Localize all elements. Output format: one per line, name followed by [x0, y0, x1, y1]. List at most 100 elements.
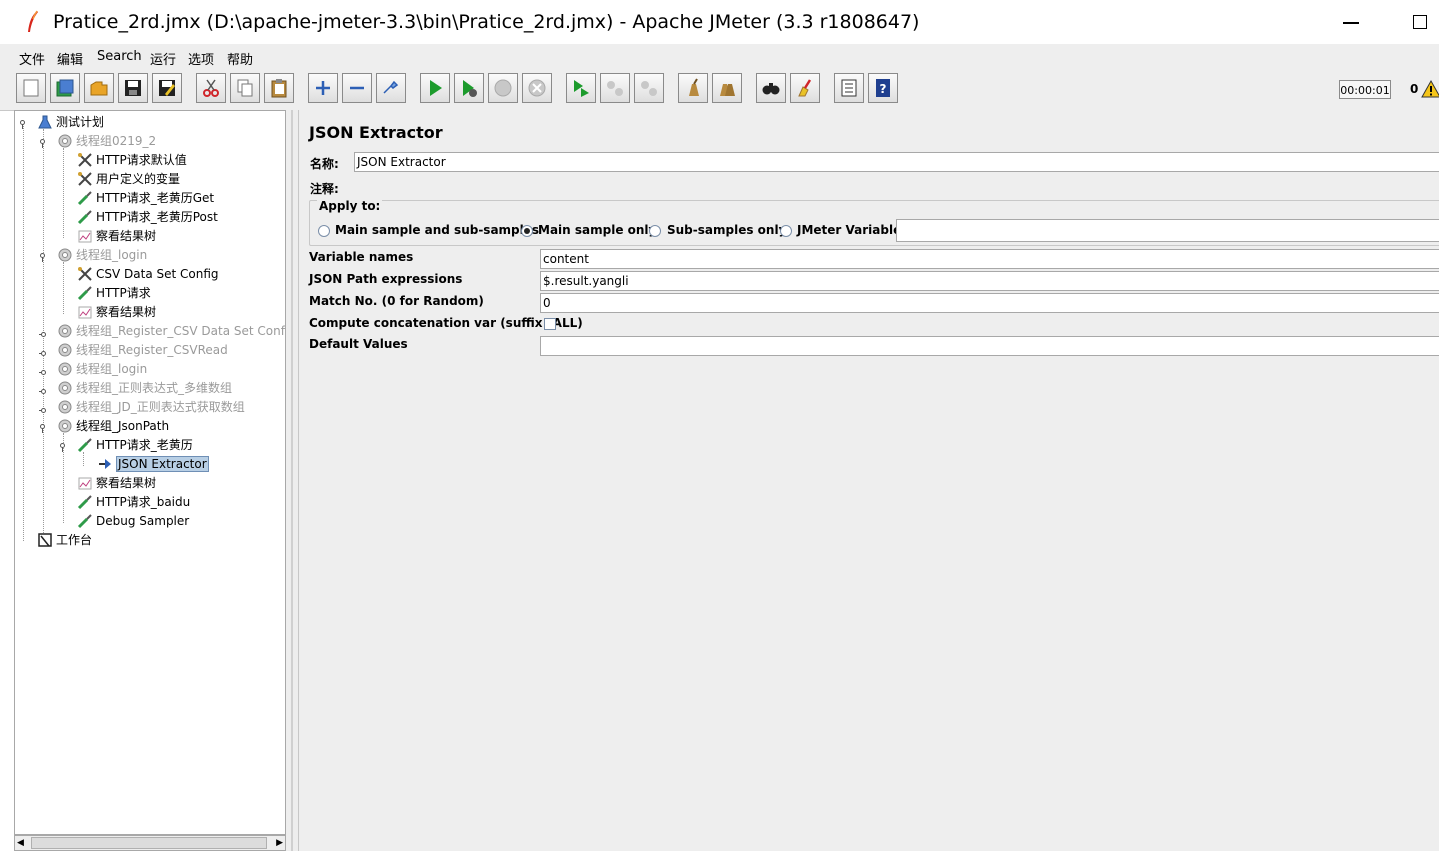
concatenation-checkbox[interactable] [544, 318, 556, 330]
scroll-thumb[interactable] [31, 837, 267, 849]
tree-expanded-handle-icon[interactable] [59, 441, 66, 452]
name-input[interactable]: JSON Extractor [354, 152, 1439, 172]
templates-button[interactable] [50, 73, 80, 103]
expand-all-button[interactable] [308, 73, 338, 103]
save-as-button[interactable] [152, 73, 182, 103]
tree-item[interactable]: HTTP请求_baidu [77, 493, 190, 511]
help-icon: ? [876, 79, 890, 97]
tree-collapsed-handle-icon[interactable] [39, 346, 46, 356]
search-button[interactable] [756, 73, 786, 103]
menu-options[interactable]: 选项 [188, 49, 214, 68]
radio-jmeter-variable[interactable] [780, 225, 792, 237]
tree-item[interactable]: CSV Data Set Config [77, 265, 219, 283]
stop-button[interactable] [488, 73, 518, 103]
collapse-all-button[interactable] [342, 73, 372, 103]
match-no-input[interactable]: 0 [540, 293, 1439, 313]
tree-item[interactable]: 测试计划 [37, 113, 104, 131]
tree-item[interactable]: 线程组_Register_CSVRead [57, 341, 228, 359]
shutdown-button[interactable] [522, 73, 552, 103]
copy-icon [237, 79, 253, 97]
thread-group-icon [57, 399, 73, 415]
tree-item-label: 线程组_JD_正则表达式获取数组 [76, 400, 245, 414]
tree-collapsed-handle-icon[interactable] [39, 327, 46, 337]
help-button[interactable]: ? [868, 73, 898, 103]
scroll-right-arrow[interactable]: ▶ [276, 838, 283, 848]
toggle-button[interactable] [376, 73, 406, 103]
test-plan-tree[interactable]: 测试计划 线程组0219_2 HTTP请求默认值用户定义的变量 HTTP请求_老黄历G… [14, 110, 286, 835]
shutdown-icon [528, 79, 546, 97]
tree-item[interactable]: 线程组_login [57, 246, 147, 264]
split-pane-divider[interactable] [286, 110, 298, 851]
radio-main-and-sub[interactable] [318, 225, 330, 237]
tree-horizontal-scrollbar[interactable]: ◀ ▶ [14, 835, 286, 851]
tree-item[interactable]: 察看结果树 [77, 227, 156, 245]
paste-button[interactable] [264, 73, 294, 103]
reset-search-button[interactable] [790, 73, 820, 103]
tree-collapsed-handle-icon[interactable] [39, 403, 46, 413]
remote-stop-button[interactable] [600, 73, 630, 103]
json-path-input[interactable]: $.result.yangli [540, 271, 1439, 291]
tree-item[interactable]: 察看结果树 [77, 474, 156, 492]
radio-jmeter-variable-label[interactable]: JMeter Variable [797, 223, 901, 237]
tree-expanded-handle-icon[interactable] [19, 118, 26, 129]
cut-button[interactable] [196, 73, 226, 103]
toggle-icon [383, 80, 399, 94]
tree-item[interactable]: HTTP请求 [77, 284, 151, 302]
tree-expanded-handle-icon[interactable] [39, 251, 46, 262]
new-icon [23, 79, 39, 97]
menu-search[interactable]: Search [97, 49, 142, 64]
tree-item[interactable]: 线程组0219_2 [57, 132, 156, 150]
tree-item[interactable]: HTTP请求默认值 [77, 151, 187, 169]
copy-button[interactable] [230, 73, 260, 103]
tree-item[interactable]: 线程组_JD_正则表达式获取数组 [57, 398, 245, 416]
start-no-pauses-button[interactable] [454, 73, 484, 103]
menu-run[interactable]: 运行 [150, 49, 176, 68]
tree-item[interactable]: HTTP请求_老黄历 [77, 436, 193, 454]
tree-item-label: HTTP请求_老黄历 [96, 438, 193, 452]
remote-start-button[interactable] [566, 73, 596, 103]
tree-item[interactable]: 工作台 [37, 531, 92, 549]
jmeter-variable-input[interactable] [896, 219, 1439, 242]
clear-button[interactable] [678, 73, 708, 103]
warning-icon[interactable] [1421, 79, 1439, 99]
clear-all-button[interactable] [712, 73, 742, 103]
config-icon [77, 152, 93, 168]
minimize-button[interactable] [1343, 22, 1359, 24]
tree-item[interactable]: 线程组_JsonPath [57, 417, 169, 435]
tree-item[interactable]: HTTP请求_老黄历Post [77, 208, 218, 226]
save-button[interactable] [118, 73, 148, 103]
tree-expanded-handle-icon[interactable] [39, 137, 46, 148]
tree-item[interactable]: 察看结果树 [77, 303, 156, 321]
menu-file[interactable]: 文件 [19, 49, 45, 68]
tree-expanded-handle-icon[interactable] [39, 422, 46, 433]
tree-collapsed-handle-icon[interactable] [39, 384, 46, 394]
tree-item[interactable]: JSON Extractor [97, 455, 209, 473]
variable-names-input[interactable]: content [540, 249, 1439, 269]
new-button[interactable] [16, 73, 46, 103]
start-button[interactable] [420, 73, 450, 103]
remote-shutdown-button[interactable] [634, 73, 664, 103]
tree-item[interactable]: HTTP请求_老黄历Get [77, 189, 214, 207]
scroll-left-arrow[interactable]: ◀ [17, 838, 24, 848]
tree-item-label: HTTP请求默认值 [96, 153, 187, 167]
tree-collapsed-handle-icon[interactable] [39, 365, 46, 375]
function-helper-button[interactable] [834, 73, 864, 103]
radio-main-only-label[interactable]: Main sample only [538, 223, 656, 237]
default-values-input[interactable] [540, 336, 1439, 356]
menu-edit[interactable]: 编辑 [57, 49, 83, 68]
tree-item-label: Debug Sampler [96, 514, 190, 528]
menu-help[interactable]: 帮助 [227, 49, 253, 68]
radio-sub-only-label[interactable]: Sub-samples only [667, 223, 786, 237]
tree-item[interactable]: 线程组_login [57, 360, 147, 378]
comment-input[interactable] [349, 177, 1439, 197]
radio-main-only[interactable] [521, 225, 533, 237]
radio-sub-only[interactable] [649, 225, 661, 237]
tree-item[interactable]: Debug Sampler [77, 512, 189, 530]
remote-shutdown-icon [641, 81, 657, 96]
tree-item[interactable]: 用户定义的变量 [77, 170, 180, 188]
open-button[interactable] [84, 73, 114, 103]
tree-item[interactable]: 线程组_Register_CSV Data Set Config [57, 322, 285, 340]
radio-main-and-sub-label[interactable]: Main sample and sub-samples [335, 223, 539, 237]
tree-item[interactable]: 线程组_正则表达式_多维数组 [57, 379, 232, 397]
maximize-button[interactable] [1413, 15, 1427, 29]
